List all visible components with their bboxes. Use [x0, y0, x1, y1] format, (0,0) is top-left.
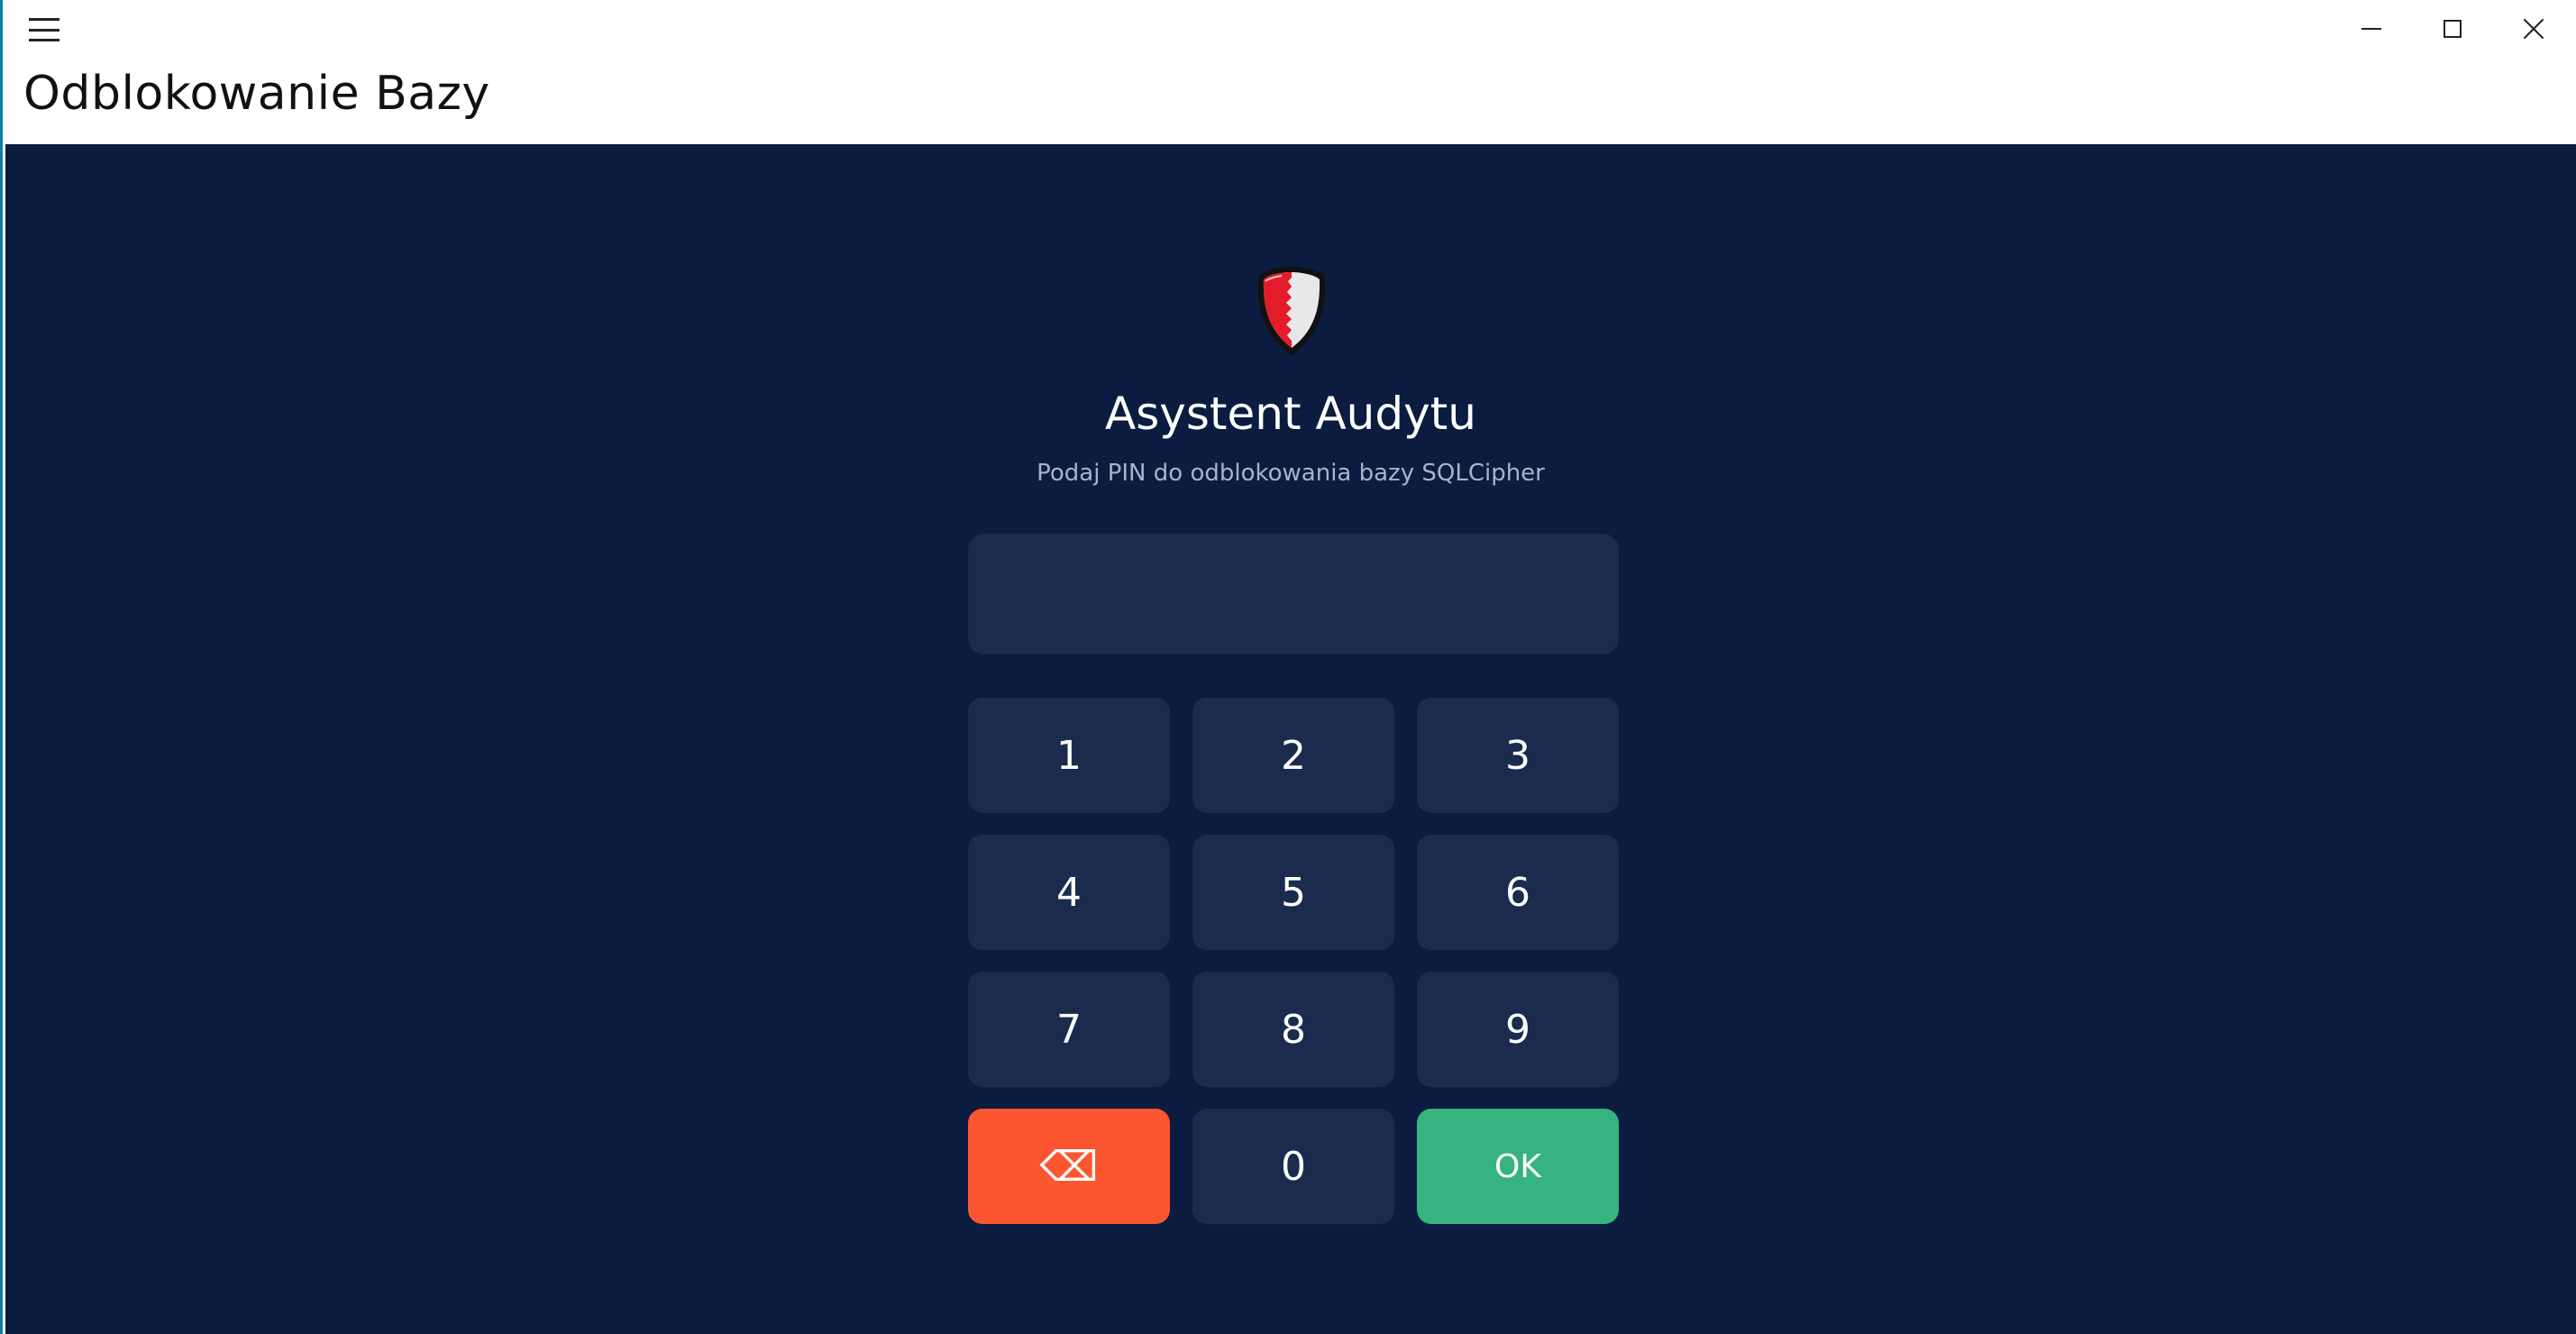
unlock-panel: Asystent Audytu Podaj PIN do odblokowani…	[5, 144, 2576, 1334]
key-7[interactable]: 7	[968, 972, 1170, 1087]
backspace-button[interactable]: ⌫	[968, 1109, 1170, 1224]
key-6[interactable]: 6	[1417, 835, 1619, 950]
subtitle: Podaj PIN do odblokowania bazy SQLCipher	[1037, 460, 1545, 487]
pin-input[interactable]	[968, 534, 1619, 654]
minimize-icon	[2361, 28, 2381, 30]
key-9[interactable]: 9	[1417, 972, 1619, 1087]
maximize-button[interactable]	[2412, 0, 2493, 58]
maximize-icon	[2444, 20, 2462, 38]
app-window: Odblokowanie Bazy Asystent Audytu Podaj …	[0, 0, 2576, 1334]
hamburger-icon[interactable]	[29, 18, 59, 41]
shield-icon	[1257, 267, 1326, 355]
key-5[interactable]: 5	[1192, 835, 1394, 950]
app-title: Asystent Audytu	[1105, 388, 1476, 440]
minimize-button[interactable]	[2331, 0, 2412, 58]
key-1[interactable]: 1	[968, 698, 1170, 813]
close-button[interactable]	[2493, 0, 2574, 58]
title-bar: Odblokowanie Bazy	[5, 0, 2576, 144]
key-8[interactable]: 8	[1192, 972, 1394, 1087]
page-title: Odblokowanie Bazy	[23, 67, 490, 121]
key-4[interactable]: 4	[968, 835, 1170, 950]
ok-button[interactable]: OK	[1417, 1109, 1619, 1224]
key-0[interactable]: 0	[1192, 1109, 1394, 1224]
keypad: 1 2 3 4 5 6 7 8 9 ⌫ 0 OK	[968, 698, 1619, 1224]
close-icon	[2522, 17, 2545, 41]
key-2[interactable]: 2	[1192, 698, 1394, 813]
key-3[interactable]: 3	[1417, 698, 1619, 813]
